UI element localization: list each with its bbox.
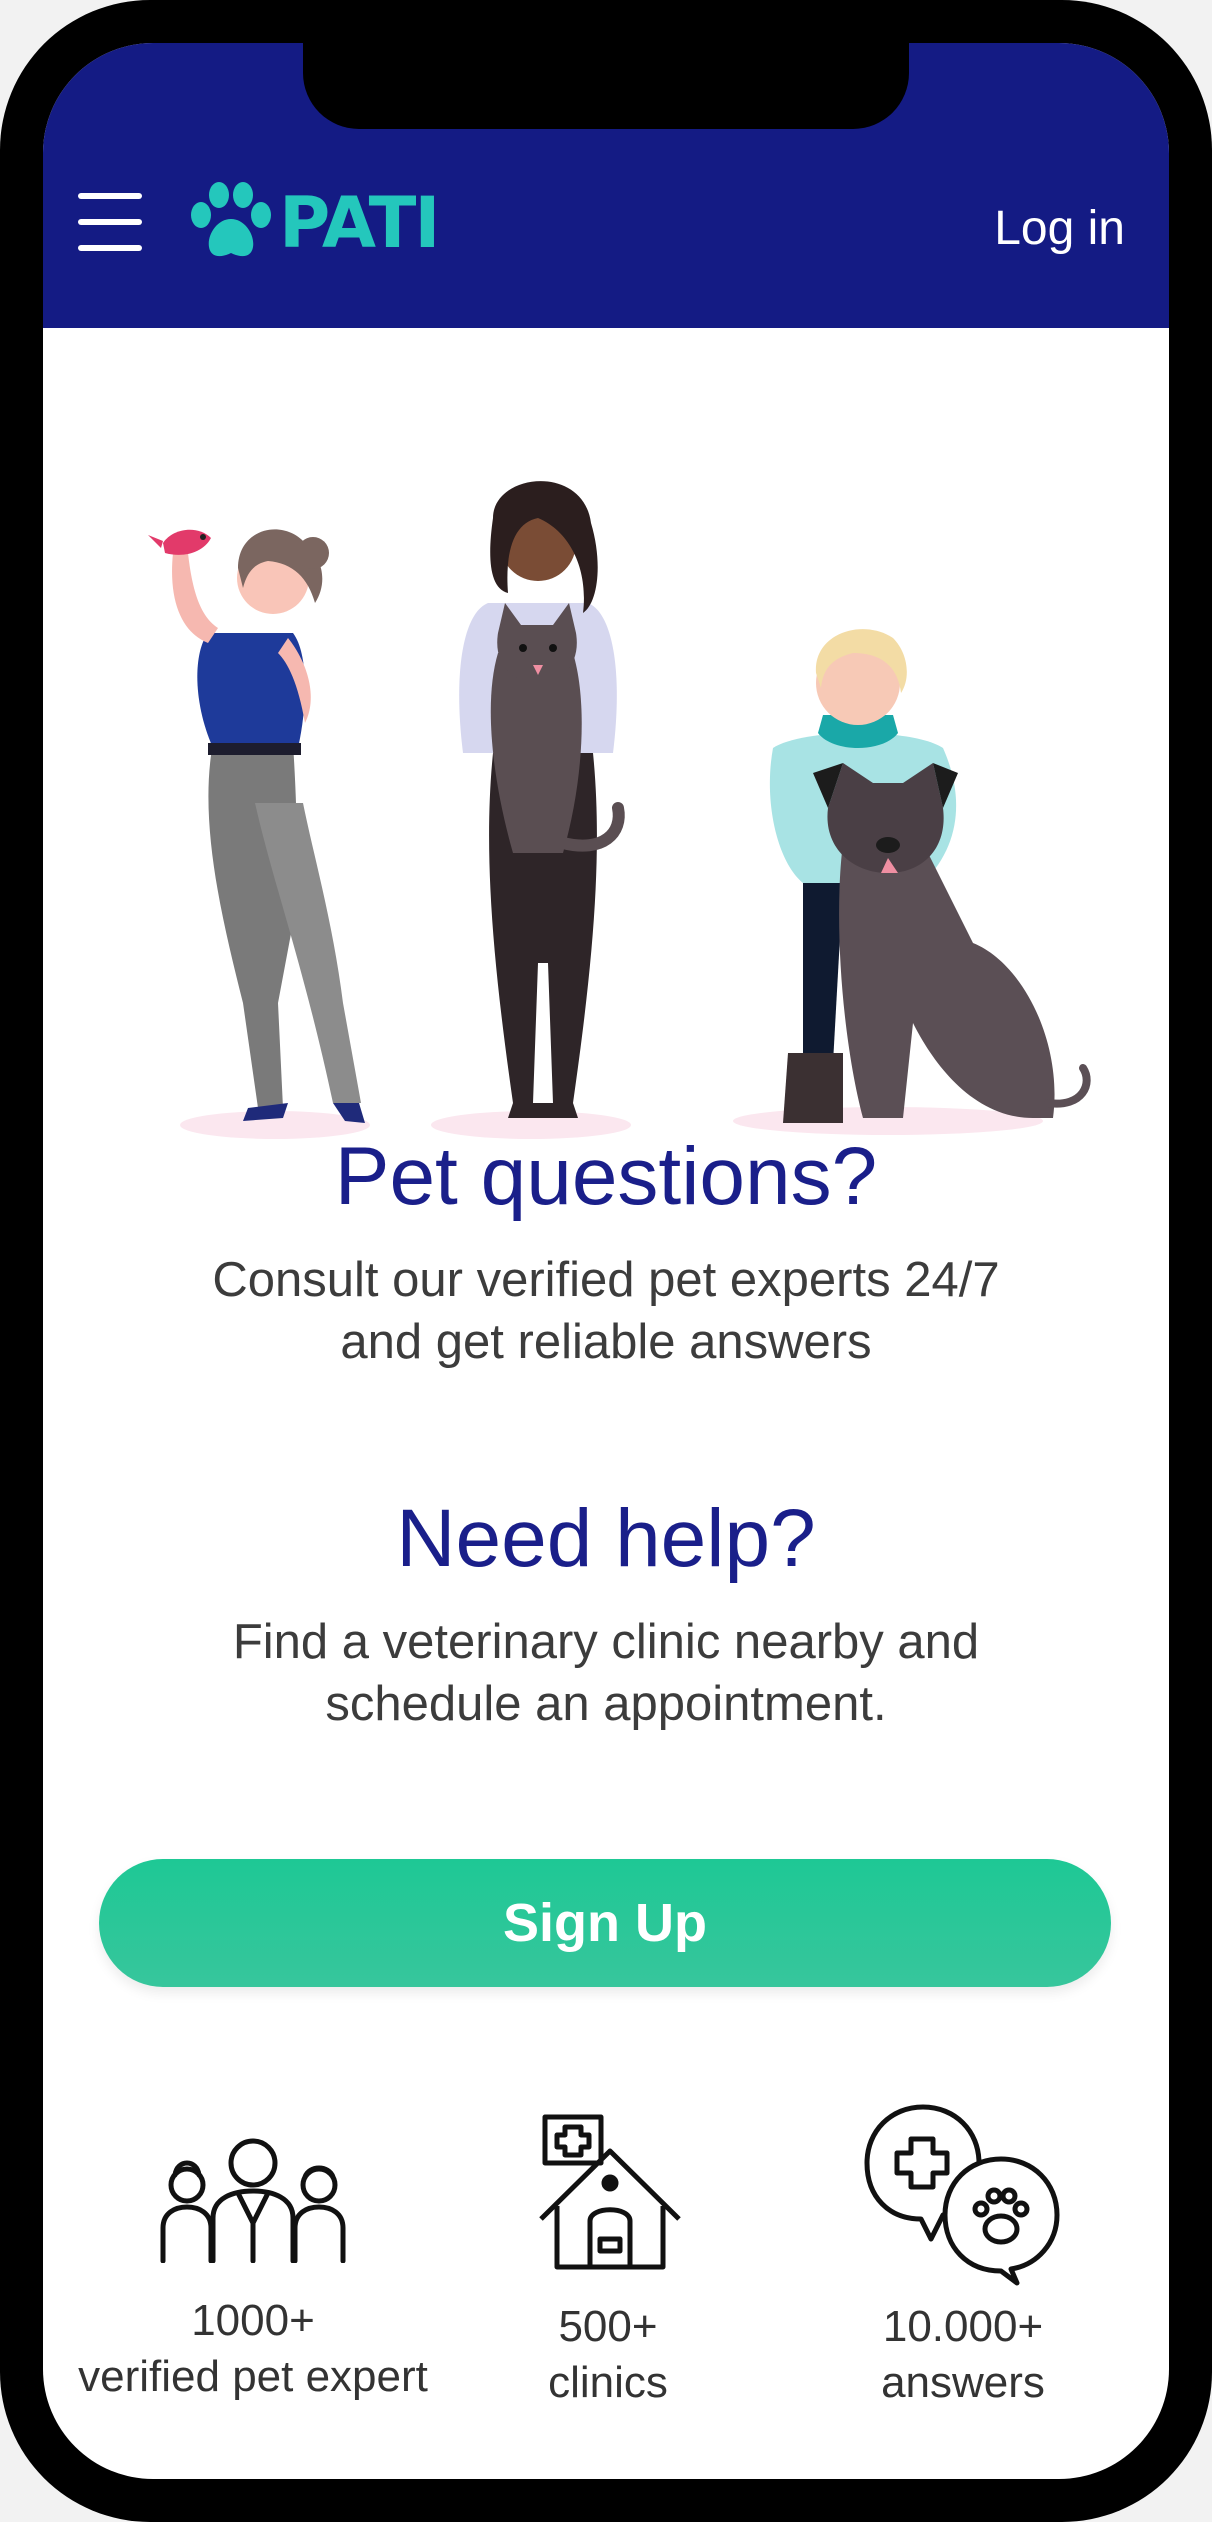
hero-illustration xyxy=(148,481,1091,1139)
description-line: schedule an appointment. xyxy=(325,1677,887,1731)
brand-name: PATI xyxy=(279,182,440,264)
description-line: Find a veterinary clinic nearby and xyxy=(232,1615,980,1669)
chat-bubbles-icon xyxy=(864,2104,1060,2286)
boy-with-dog-figure xyxy=(769,629,1091,1123)
need-help-heading: Need help? xyxy=(396,1493,816,1584)
app-screen: PATI Log in Pet questions? Consult our v… xyxy=(43,43,1169,2479)
brand-logo[interactable]: PATI xyxy=(187,179,447,269)
stat-value: 500+ xyxy=(558,2302,658,2351)
stat-value: 1000+ xyxy=(191,2296,315,2345)
stat-label: clinics xyxy=(548,2358,668,2407)
hamburger-menu-icon[interactable] xyxy=(78,193,144,253)
woman-with-bird-figure xyxy=(148,529,365,1123)
phone-notch xyxy=(303,43,909,129)
stat-value: 10.000+ xyxy=(882,2302,1044,2351)
need-help-description: Find a veterinary clinic nearby and sche… xyxy=(143,1611,1069,1735)
stat-label: answers xyxy=(881,2358,1045,2407)
pet-questions-description: Consult our verified pet experts 24/7 an… xyxy=(143,1249,1069,1373)
stat-answers: 10.000+ answers xyxy=(813,2299,1113,2411)
login-link[interactable]: Log in xyxy=(994,201,1125,257)
stat-label: verified pet expert xyxy=(78,2352,428,2401)
signup-button[interactable]: Sign Up xyxy=(99,1859,1111,1987)
stat-clinics: 500+ clinics xyxy=(463,2299,753,2411)
pet-questions-heading: Pet questions? xyxy=(334,1131,878,1222)
people-group-icon xyxy=(160,2138,346,2263)
phone-frame: PATI Log in Pet questions? Consult our v… xyxy=(0,0,1212,2522)
paw-icon xyxy=(191,182,271,257)
description-line: Consult our verified pet experts 24/7 xyxy=(212,1253,1000,1307)
description-line: and get reliable answers xyxy=(340,1315,872,1369)
stat-experts: 1000+ verified pet expert xyxy=(63,2293,443,2405)
woman-with-cat-figure xyxy=(459,481,625,1118)
vet-clinic-icon xyxy=(539,2114,681,2270)
